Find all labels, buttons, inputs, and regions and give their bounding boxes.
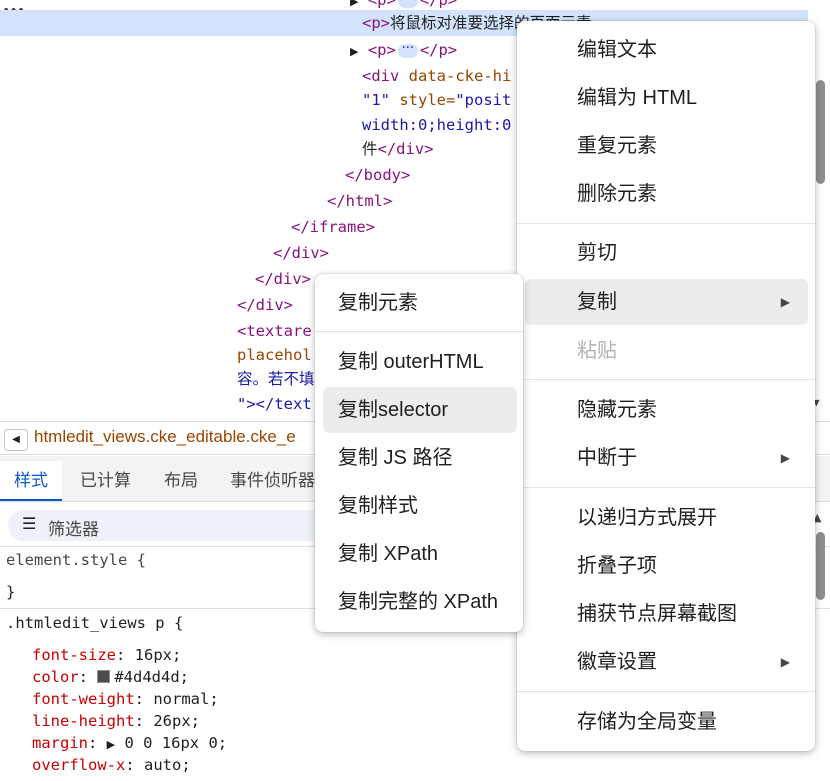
- menu-item-edit-text[interactable]: 编辑文本: [525, 27, 808, 73]
- menu-item-store-as-global-variable[interactable]: 存储为全局变量: [525, 699, 808, 745]
- dom-node-div-cke-style: width:0;height:0: [362, 116, 512, 134]
- css-property-row[interactable]: color: #4d4d4d;: [32, 666, 189, 689]
- breadcrumb[interactable]: htmledit_views.cke_editable.cke_e: [34, 427, 296, 447]
- menu-item-badge-settings[interactable]: 徽章设置 ▶: [525, 639, 808, 685]
- expand-triangle-icon[interactable]: ▶: [107, 738, 115, 751]
- css-property-row[interactable]: font-size: 16px;: [32, 644, 181, 667]
- menu-divider: [517, 487, 815, 488]
- dom-node-close-div[interactable]: </div>: [237, 292, 293, 318]
- dom-node-close-iframe[interactable]: </iframe>: [291, 214, 375, 240]
- submenu-item-copy-xpath[interactable]: 复制 XPath: [323, 531, 517, 577]
- menu-divider: [315, 331, 523, 332]
- menu-item-collapse-children[interactable]: 折叠子项: [525, 543, 808, 589]
- element-style-selector[interactable]: element.style {: [6, 549, 146, 572]
- dom-node-close-div[interactable]: </div>: [255, 266, 311, 292]
- tab-computed[interactable]: 已计算: [66, 461, 145, 501]
- menu-divider: [517, 223, 815, 224]
- menu-item-cut[interactable]: 剪切: [525, 230, 808, 276]
- dom-node-div-cke[interactable]: <div data-cke-hi: [362, 63, 511, 89]
- menu-item-duplicate-element[interactable]: 重复元素: [525, 123, 808, 169]
- tab-styles[interactable]: 样式: [0, 461, 62, 501]
- css-property-row[interactable]: overflow-x: auto;: [32, 754, 191, 777]
- expand-triangle-icon[interactable]: ▶: [350, 45, 358, 58]
- dom-node-textarea-close: "></text: [237, 395, 312, 413]
- menu-item-break-on[interactable]: 中断于 ▶: [525, 435, 808, 481]
- expand-triangle-icon[interactable]: ▶: [350, 0, 358, 8]
- menu-item-copy-label: 复制: [577, 291, 617, 313]
- submenu-item-copy-outerhtml[interactable]: 复制 outerHTML: [323, 339, 517, 385]
- filter-icon: ☰: [22, 514, 37, 533]
- collapsed-content-icon[interactable]: ···: [397, 42, 418, 58]
- element-style-close: }: [6, 583, 16, 601]
- menu-divider: [517, 379, 815, 380]
- tab-layout[interactable]: 布局: [150, 461, 212, 501]
- submenu-arrow-icon: ▶: [780, 295, 790, 309]
- submenu-item-copy-styles[interactable]: 复制样式: [323, 483, 517, 529]
- submenu-arrow-icon: ▶: [780, 451, 790, 465]
- context-menu: 编辑文本 编辑为 HTML 重复元素 删除元素 剪切 复制 ▶ 粘贴 隐藏元素 …: [517, 21, 815, 751]
- scroll-left-icon[interactable]: ◀: [4, 429, 28, 451]
- menu-item-delete-element[interactable]: 删除元素: [525, 171, 808, 217]
- menu-item-break-on-label: 中断于: [577, 447, 637, 469]
- dom-node-textarea-text: 容。若不填: [237, 370, 315, 388]
- submenu-item-copy-js-path[interactable]: 复制 JS 路径: [323, 435, 517, 481]
- submenu-arrow-icon: ▶: [780, 655, 790, 669]
- css-property-row[interactable]: line-height: 26px;: [32, 710, 200, 733]
- dom-node-textarea[interactable]: <textare: [237, 318, 312, 344]
- menu-divider: [517, 691, 815, 692]
- dom-node-p[interactable]: ▶ <p> ··· </p>: [350, 37, 457, 63]
- dom-node-close-html[interactable]: </html>: [327, 188, 392, 214]
- css-property-row[interactable]: font-weight: normal;: [32, 688, 219, 711]
- submenu-item-copy-full-xpath[interactable]: 复制完整的 XPath: [323, 579, 517, 625]
- menu-item-hide-element[interactable]: 隐藏元素: [525, 387, 808, 433]
- styles-scrollbar-thumb[interactable]: [816, 532, 825, 600]
- rule-selector[interactable]: .htmledit_views p {: [6, 612, 183, 635]
- menu-item-edit-as-html[interactable]: 编辑为 HTML: [525, 75, 808, 121]
- css-property-row[interactable]: margin: ▶ 0 0 16px 0;: [32, 732, 227, 755]
- copy-submenu: 复制元素 复制 outerHTML 复制selector 复制 JS 路径 复制…: [315, 274, 523, 632]
- menu-item-expand-recursively[interactable]: 以递归方式展开: [525, 495, 808, 541]
- submenu-item-copy-element[interactable]: 复制元素: [323, 280, 517, 326]
- dom-node-close-body[interactable]: </body>: [345, 162, 410, 188]
- filter-placeholder: 筛选器: [48, 520, 99, 539]
- menu-item-capture-node-screenshot[interactable]: 捕获节点屏幕截图: [525, 591, 808, 637]
- menu-item-copy[interactable]: 复制 ▶: [525, 279, 808, 325]
- tree-scrollbar-thumb[interactable]: [816, 80, 825, 184]
- dom-node-div-cke-close: 件</div>: [362, 140, 434, 158]
- collapsed-content-icon[interactable]: ···: [397, 0, 418, 8]
- menu-item-badge-settings-label: 徽章设置: [577, 651, 657, 673]
- dom-node-div-cke-attrs: "1" style="posit: [362, 91, 512, 109]
- tab-event-listeners[interactable]: 事件侦听器: [216, 461, 329, 501]
- menu-item-paste: 粘贴: [577, 340, 617, 362]
- color-swatch-icon[interactable]: [97, 670, 111, 683]
- submenu-item-copy-selector[interactable]: 复制selector: [323, 387, 517, 433]
- dom-node-close-div[interactable]: </div>: [273, 240, 329, 266]
- dom-node-textarea-placeholder: placehol: [237, 346, 312, 364]
